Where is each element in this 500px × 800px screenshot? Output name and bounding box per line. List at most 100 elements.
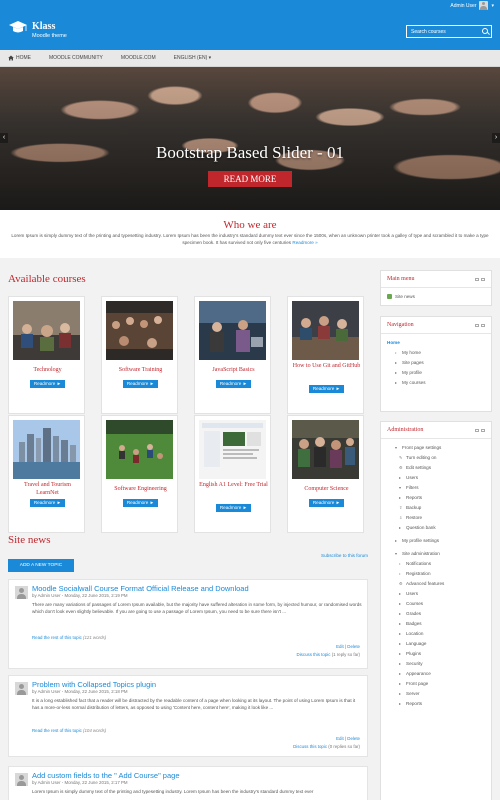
- admin-item[interactable]: • Notifications: [387, 558, 485, 568]
- admin-item[interactable]: ▸ Badges: [387, 618, 485, 628]
- admin-item-label[interactable]: Grades: [406, 611, 421, 616]
- who-we-are-readmore-link[interactable]: Readmore »: [292, 240, 317, 245]
- course-card[interactable]: Travel and Tourism LearnNet Readmore ►: [8, 415, 85, 533]
- admin-item-label[interactable]: Notifications: [406, 561, 431, 566]
- admin-item-label[interactable]: Reports: [406, 701, 422, 706]
- post-title[interactable]: Moodle Socialwall Course Format Official…: [32, 584, 249, 593]
- admin-item-label[interactable]: Plugins: [406, 651, 421, 656]
- admin-item-label[interactable]: Courses: [406, 601, 423, 606]
- admin-item-label[interactable]: Reports: [406, 495, 422, 500]
- course-name[interactable]: How to Use Git and GitHub: [291, 363, 362, 371]
- nav-home[interactable]: HOME: [8, 55, 31, 61]
- admin-front-page-settings[interactable]: ▾ Front page settings: [387, 442, 485, 452]
- admin-item-label[interactable]: Appearance: [406, 671, 431, 676]
- site-logo[interactable]: Klass Moodle theme: [8, 18, 67, 39]
- chevron-down-icon[interactable]: ▾: [491, 3, 494, 9]
- admin-item-label[interactable]: Backup: [406, 505, 421, 510]
- admin-item[interactable]: ▸ Reports: [387, 698, 485, 708]
- admin-item[interactable]: ▸ Language: [387, 638, 485, 648]
- admin-item[interactable]: ▸ Front page: [387, 678, 485, 688]
- nav-tree-my-courses[interactable]: ▸ My courses: [387, 377, 485, 387]
- course-name[interactable]: Software Engineering: [105, 486, 176, 494]
- admin-item[interactable]: ✎ Turn editing on: [387, 452, 485, 462]
- admin-item[interactable]: ⇧ Backup: [387, 502, 485, 512]
- block-controls[interactable]: [475, 323, 485, 327]
- nav-tree-label[interactable]: My profile: [402, 370, 422, 375]
- admin-item[interactable]: ▸ Server: [387, 688, 485, 698]
- course-readmore-button[interactable]: Readmore ►: [30, 499, 65, 507]
- course-readmore-button[interactable]: Readmore ►: [123, 499, 158, 507]
- user-name[interactable]: Admin User: [450, 3, 476, 9]
- admin-item[interactable]: ▸ Appearance: [387, 668, 485, 678]
- admin-item[interactable]: ▸ Reports: [387, 492, 485, 502]
- main-menu-item-label[interactable]: Site news: [395, 294, 415, 299]
- admin-item-label[interactable]: Users: [406, 591, 418, 596]
- course-readmore-button[interactable]: Readmore ►: [216, 380, 251, 388]
- nav-moodle-com[interactable]: MOODLE.COM: [121, 55, 156, 61]
- edit-link[interactable]: Edit: [336, 736, 344, 741]
- admin-item-label[interactable]: Location: [406, 631, 423, 636]
- admin-item[interactable]: ▸ Security: [387, 658, 485, 668]
- course-card[interactable]: JavaScript Basics Readmore ►: [194, 296, 271, 414]
- admin-item[interactable]: ▸ Users: [387, 472, 485, 482]
- admin-item-label[interactable]: Restore: [406, 515, 422, 520]
- read-rest-label[interactable]: Read the rest of this topic: [32, 728, 82, 733]
- nav-moodle-community[interactable]: MOODLE COMMUNITY: [49, 55, 103, 61]
- admin-item[interactable]: • Registration: [387, 568, 485, 578]
- avatar[interactable]: [479, 1, 489, 10]
- delete-link[interactable]: Delete: [347, 644, 360, 649]
- course-card[interactable]: How to Use Git and GitHub Readmore ►: [287, 296, 364, 414]
- slider-read-more-button[interactable]: READ MORE: [208, 171, 292, 187]
- admin-item[interactable]: ▸ Question bank: [387, 522, 485, 532]
- course-readmore-button[interactable]: Readmore ►: [123, 380, 158, 388]
- admin-item-label[interactable]: Security: [406, 661, 423, 666]
- admin-item[interactable]: ▾ Filters: [387, 482, 485, 492]
- read-rest-link[interactable]: Read the rest of this topic (121 words): [32, 635, 106, 640]
- nav-tree-my-profile[interactable]: ▸ My profile: [387, 367, 485, 377]
- admin-item[interactable]: ▸ Courses: [387, 598, 485, 608]
- admin-item-label[interactable]: Registration: [406, 571, 431, 576]
- admin-item-label[interactable]: Language: [406, 641, 426, 646]
- course-card[interactable]: English A1 Level: Free Trial Readmore ►: [194, 415, 271, 533]
- discuss-topic-link[interactable]: Discuss this topic: [297, 652, 331, 657]
- course-name[interactable]: Travel and Tourism LearnNet: [12, 482, 83, 497]
- admin-item[interactable]: ▸ Grades: [387, 608, 485, 618]
- admin-tree-label[interactable]: My profile settings: [402, 538, 439, 543]
- search-input[interactable]: [407, 26, 479, 37]
- admin-site-administration[interactable]: ▾ Site administration: [387, 548, 485, 558]
- admin-item-label[interactable]: Advanced features: [406, 581, 444, 586]
- discuss-topic-link[interactable]: Discuss this topic: [293, 744, 327, 749]
- course-name[interactable]: Computer Science: [291, 486, 362, 494]
- admin-tree-label[interactable]: Site administration: [402, 551, 440, 556]
- subscribe-forum-link[interactable]: Subscribe to this forum: [321, 553, 368, 558]
- admin-item-label[interactable]: Badges: [406, 621, 422, 626]
- admin-item[interactable]: ⚙ Advanced features: [387, 578, 485, 588]
- course-readmore-button[interactable]: Readmore ►: [309, 385, 344, 393]
- course-name[interactable]: English A1 Level: Free Trial: [198, 482, 269, 490]
- admin-tree-label[interactable]: Front page settings: [402, 445, 441, 450]
- user-menu[interactable]: Admin User ▾: [450, 1, 494, 10]
- course-readmore-button[interactable]: Readmore ►: [216, 504, 251, 512]
- course-name[interactable]: Technology: [12, 367, 83, 375]
- add-new-topic-button[interactable]: ADD A NEW TOPIC: [8, 559, 74, 572]
- admin-item[interactable]: ▸ Users: [387, 588, 485, 598]
- search-box[interactable]: [406, 25, 492, 38]
- course-readmore-button[interactable]: Readmore ►: [309, 499, 344, 507]
- main-menu-item-site-news[interactable]: Site news: [387, 291, 485, 301]
- post-title[interactable]: Problem with Collapsed Topics plugin: [32, 680, 156, 689]
- admin-item-label[interactable]: Filters: [406, 485, 419, 490]
- read-rest-label[interactable]: Read the rest of this topic: [32, 635, 82, 640]
- admin-item-label[interactable]: Edit settings: [406, 465, 431, 470]
- course-readmore-button[interactable]: Readmore ►: [30, 380, 65, 388]
- course-card[interactable]: Software Engineering Readmore ►: [101, 415, 178, 533]
- admin-item-label[interactable]: Turn editing on: [406, 455, 436, 460]
- admin-item[interactable]: ⇩ Restore: [387, 512, 485, 522]
- nav-tree-label[interactable]: Site pages: [402, 360, 424, 365]
- language-menu[interactable]: ENGLISH (EN) ▾: [174, 55, 212, 61]
- admin-item-label[interactable]: Front page: [406, 681, 428, 686]
- post-title[interactable]: Add custom fields to the " Add Course" p…: [32, 771, 180, 780]
- course-card[interactable]: Technology Readmore ►: [8, 296, 85, 414]
- course-name[interactable]: JavaScript Basics: [198, 367, 269, 375]
- search-icon[interactable]: [479, 26, 491, 37]
- admin-my-profile-settings[interactable]: ▸ My profile settings: [387, 535, 485, 545]
